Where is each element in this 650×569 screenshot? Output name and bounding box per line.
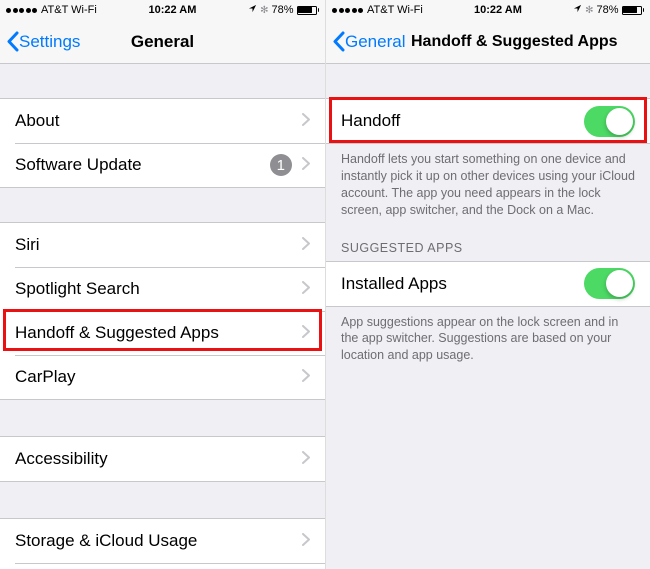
chevron-right-icon — [302, 279, 310, 299]
settings-list: About Software Update 1 Siri Spotlight S… — [0, 64, 325, 569]
chevron-left-icon — [6, 31, 19, 52]
row-about[interactable]: About — [0, 99, 325, 143]
row-label: Handoff — [341, 111, 584, 131]
suggested-header: SUGGESTED APPS — [326, 227, 650, 261]
row-label: Installed Apps — [341, 274, 584, 294]
row-spotlight[interactable]: Spotlight Search — [0, 267, 325, 311]
row-handoff[interactable]: Handoff & Suggested Apps — [0, 311, 325, 355]
chevron-right-icon — [302, 531, 310, 551]
battery-pct: 78% — [271, 4, 293, 16]
bluetooth-icon: ✻ — [260, 5, 268, 16]
suggested-footer: App suggestions appear on the lock scree… — [326, 307, 650, 373]
back-button[interactable]: Settings — [0, 31, 80, 52]
screen-general: AT&T Wi-Fi 10:22 AM ✻ 78% Settings Gener… — [0, 0, 325, 569]
handoff-list: Handoff Handoff lets you start something… — [326, 64, 650, 569]
bluetooth-icon: ✻ — [585, 5, 593, 16]
carrier-label: AT&T Wi-Fi — [41, 4, 97, 16]
row-label: Siri — [15, 235, 302, 255]
carrier-label: AT&T Wi-Fi — [367, 4, 423, 16]
row-label: Handoff & Suggested Apps — [15, 323, 302, 343]
back-label: Settings — [19, 32, 80, 52]
status-time: 10:22 AM — [149, 4, 197, 16]
row-label: Spotlight Search — [15, 279, 302, 299]
chevron-right-icon — [302, 155, 310, 175]
row-siri[interactable]: Siri — [0, 223, 325, 267]
chevron-right-icon — [302, 449, 310, 469]
back-button[interactable]: General — [326, 31, 405, 52]
row-label: Software Update — [15, 155, 270, 175]
status-bar: AT&T Wi-Fi 10:22 AM ✻ 78% — [0, 0, 325, 20]
handoff-toggle[interactable] — [584, 106, 635, 137]
back-label: General — [345, 32, 405, 52]
row-background-refresh[interactable]: Background App Refresh — [0, 563, 325, 569]
signal-icon — [332, 8, 363, 13]
installed-apps-toggle[interactable] — [584, 268, 635, 299]
chevron-left-icon — [332, 31, 345, 52]
status-bar: AT&T Wi-Fi 10:22 AM ✻ 78% — [326, 0, 650, 20]
row-label: CarPlay — [15, 367, 302, 387]
update-badge: 1 — [270, 154, 292, 176]
status-time: 10:22 AM — [474, 4, 522, 16]
location-icon — [248, 4, 257, 16]
battery-icon — [297, 6, 320, 15]
signal-icon — [6, 8, 37, 13]
row-carplay[interactable]: CarPlay — [0, 355, 325, 399]
nav-bar: Settings General — [0, 20, 325, 64]
chevron-right-icon — [302, 235, 310, 255]
nav-bar: General Handoff & Suggested Apps — [326, 20, 650, 64]
row-label: Accessibility — [15, 449, 302, 469]
row-label: About — [15, 111, 302, 131]
chevron-right-icon — [302, 323, 310, 343]
page-title: Handoff & Suggested Apps — [411, 33, 618, 51]
row-storage[interactable]: Storage & iCloud Usage — [0, 519, 325, 563]
row-installed-apps: Installed Apps — [326, 262, 650, 306]
location-icon — [573, 4, 582, 16]
row-label: Storage & iCloud Usage — [15, 531, 302, 551]
battery-icon — [622, 6, 645, 15]
row-accessibility[interactable]: Accessibility — [0, 437, 325, 481]
handoff-footer: Handoff lets you start something on one … — [326, 144, 650, 227]
row-software-update[interactable]: Software Update 1 — [0, 143, 325, 187]
chevron-right-icon — [302, 367, 310, 387]
battery-pct: 78% — [596, 4, 618, 16]
screen-handoff: AT&T Wi-Fi 10:22 AM ✻ 78% General Handof… — [325, 0, 650, 569]
row-handoff-toggle: Handoff — [326, 99, 650, 143]
chevron-right-icon — [302, 111, 310, 131]
